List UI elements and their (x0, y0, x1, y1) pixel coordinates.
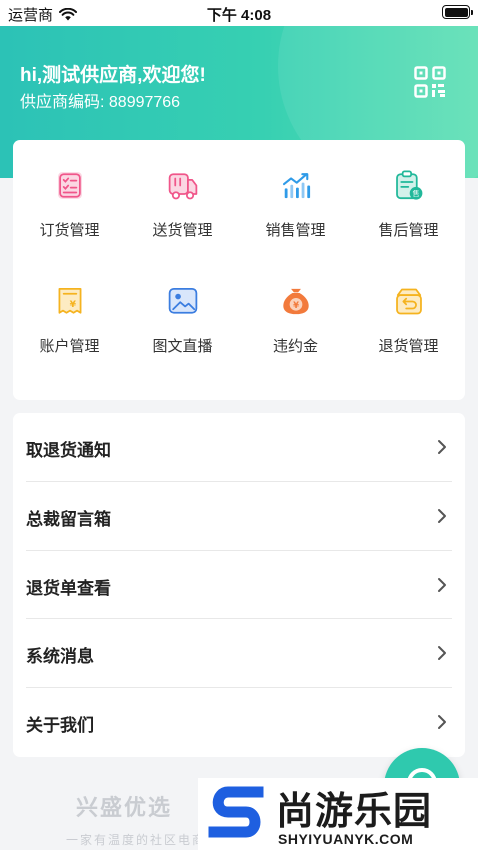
chevron-right-icon (438, 646, 446, 661)
chevron-right-icon (438, 440, 446, 454)
footer-brand: 兴盛优选 (76, 795, 173, 820)
order-clipboard-icon (57, 172, 82, 199)
list-item-label: 总裁留言箱 (26, 509, 111, 529)
grid-item-sales-management[interactable]: 销售管理 (239, 140, 352, 240)
status-time: 下午 4:08 (206, 7, 272, 24)
watermark-logo-icon (208, 786, 264, 838)
grid-item-label: 售后管理 (378, 222, 439, 239)
list-item-label: 取退货通知 (26, 441, 111, 460)
qr-code-icon[interactable] (414, 66, 446, 98)
greeting-text: hi,测试供应商,欢迎您! (20, 65, 206, 86)
watermark: 尚游乐园 SHYIYUANYK.COM (198, 778, 478, 850)
watermark-title: 尚游乐园 (276, 791, 433, 833)
list-item-label: 退货单查看 (26, 578, 111, 598)
list-item-return-orders[interactable]: 退货单查看 (13, 551, 465, 620)
grid-item-label: 账户管理 (39, 338, 100, 355)
function-grid: 订货管理 送货管理 销售管理 售 售后管理 ¥ 账户管理 图文直播 ¥ 违约金 … (13, 140, 465, 400)
chevron-right-icon (438, 577, 446, 592)
svg-text:售: 售 (412, 189, 419, 198)
chevron-right-icon (438, 508, 446, 523)
list-item-system-messages[interactable]: 系统消息 (13, 619, 465, 689)
grid-item-penalty[interactable]: ¥ 违约金 (239, 256, 352, 356)
grid-item-label: 销售管理 (265, 222, 326, 239)
grid-item-order-management[interactable]: 订货管理 (13, 140, 126, 240)
battery-icon (442, 5, 473, 19)
svg-text:¥: ¥ (69, 300, 76, 310)
grid-item-label: 图文直播 (152, 338, 213, 355)
list-item-label: 系统消息 (26, 647, 94, 667)
watermark-url: SHYIYUANYK.COM (278, 831, 414, 847)
sales-chart-icon (282, 173, 310, 199)
grid-item-label: 退货管理 (378, 338, 439, 355)
grid-item-delivery-management[interactable]: 送货管理 (126, 140, 239, 240)
grid-item-image-live[interactable]: 图文直播 (126, 256, 239, 356)
grid-item-label: 订货管理 (39, 222, 100, 239)
svg-text:¥: ¥ (293, 300, 299, 310)
grid-item-after-sales-management[interactable]: 售 售后管理 (352, 140, 465, 240)
list-item-ceo-mailbox[interactable]: 总裁留言箱 (13, 482, 465, 551)
list-item-about-us[interactable]: 关于我们 (13, 688, 465, 757)
after-sales-clipboard-icon: 售 (395, 170, 422, 200)
footer-slogan: 一家有温度的社区电商 (66, 833, 207, 847)
account-receipt-icon: ¥ (58, 287, 81, 314)
menu-list: 取退货通知 总裁留言箱 退货单查看 系统消息 关于我们 (13, 413, 465, 757)
status-bar: 运营商 下午 4:08 (0, 0, 478, 26)
chevron-right-icon (438, 715, 446, 730)
grid-item-label: 违约金 (272, 338, 318, 355)
list-item-label: 关于我们 (26, 716, 94, 736)
grid-item-return-management[interactable]: 退货管理 (352, 256, 465, 356)
return-box-icon (395, 288, 422, 315)
supplier-code: 供应商编码: 88997766 (20, 94, 181, 111)
money-bag-icon: ¥ (282, 288, 309, 315)
delivery-truck-icon (168, 173, 197, 200)
image-live-icon (168, 287, 197, 314)
list-item-return-notice[interactable]: 取退货通知 (13, 413, 465, 482)
grid-item-account-management[interactable]: ¥ 账户管理 (13, 256, 126, 356)
grid-item-label: 送货管理 (152, 222, 213, 239)
